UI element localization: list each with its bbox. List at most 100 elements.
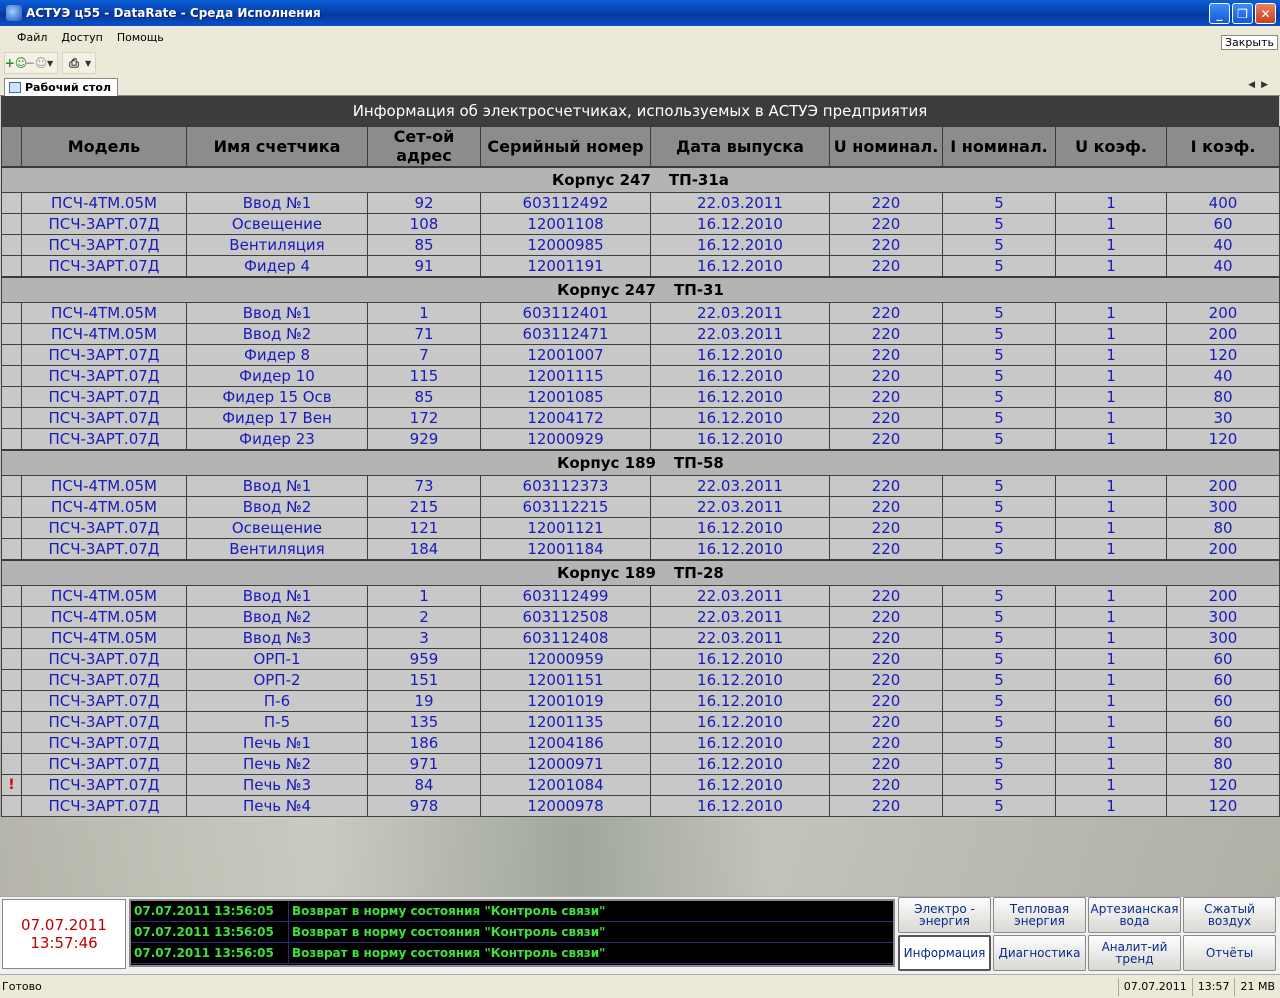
- table-row[interactable]: ПСЧ-3АРТ.07Д Фидер 4 91 12001191 16.12.2010 2…: [1, 255, 1280, 277]
- nav-button-teplo[interactable]: Тепловая энергия: [993, 897, 1086, 933]
- tab-scroll-arrows-icon[interactable]: ◀▶: [1248, 80, 1274, 90]
- nav-button-trend[interactable]: Аналит-ий тренд: [1088, 935, 1181, 971]
- table-row[interactable]: ! ПСЧ-3АРТ.07Д Печь №3 84 12001084 16.12.2010…: [1, 774, 1280, 796]
- table-row[interactable]: ПСЧ-4ТМ.05М Ввод №1 1 603112499 22.03.2011 22…: [1, 585, 1280, 607]
- group-header: Корпус 247 ТП-31: [1, 275, 1280, 303]
- login-user-icon[interactable]: +☺: [5, 54, 28, 72]
- row-alarm-marker: [1, 365, 22, 387]
- column-header[interactable]: Имя счетчика: [186, 126, 368, 167]
- table-cell: 12000929: [480, 428, 651, 450]
- nav-button-vozduh[interactable]: Сжатый воздух: [1183, 897, 1276, 933]
- table-cell: 12001191: [480, 255, 651, 277]
- group-row[interactable]: Корпус 247 ТП-31а: [1, 165, 1280, 193]
- table-cell: 220: [829, 585, 943, 607]
- table-row[interactable]: ПСЧ-3АРТ.07Д Вентиляция 85 12000985 16.12.20…: [1, 234, 1280, 256]
- nav-button-elektro[interactable]: Электро - энергия: [898, 897, 991, 933]
- table-cell: Вентиляция: [186, 538, 368, 560]
- chevron-down-icon[interactable]: ▼: [85, 59, 93, 68]
- table-row[interactable]: ПСЧ-3АРТ.07Д Фидер 15 Осв 85 12001085 16.12.…: [1, 386, 1280, 408]
- table-row[interactable]: ПСЧ-3АРТ.07Д ОРП-1 959 12000959 16.12.2010 22…: [1, 648, 1280, 670]
- table-cell: 22.03.2011: [650, 496, 830, 518]
- minimize-button[interactable]: _: [1209, 3, 1230, 24]
- table-row[interactable]: ПСЧ-3АРТ.07Д Освещение 108 12001108 16.12.20…: [1, 213, 1280, 235]
- table-cell: 80: [1166, 517, 1280, 539]
- table-row[interactable]: ПСЧ-3АРТ.07Д Печь №4 978 12000978 16.12.2010…: [1, 795, 1280, 817]
- event-log[interactable]: 07.07.2011 13:56:05 Возврат в норму состо…: [129, 899, 895, 967]
- workspace: Информация об электросчетчиках, использу…: [0, 96, 1280, 896]
- table-cell: 16.12.2010: [650, 255, 830, 277]
- window-title: АСТУЭ ц55 - DataRate - Среда Исполнения: [26, 6, 321, 20]
- menu-file[interactable]: Файл: [10, 31, 54, 44]
- column-header[interactable]: U номинал.: [829, 126, 943, 167]
- column-header[interactable]: Дата выпуска: [650, 126, 830, 167]
- table-row[interactable]: ПСЧ-4ТМ.05М Ввод №1 92 603112492 22.03.2011 2…: [1, 192, 1280, 214]
- column-header[interactable]: Модель: [21, 126, 187, 167]
- table-cell: 186: [367, 732, 481, 754]
- table-cell: Ввод №1: [186, 585, 368, 607]
- table-cell: 22.03.2011: [650, 606, 830, 628]
- table-cell: 16.12.2010: [650, 407, 830, 429]
- print-icon[interactable]: ⎙: [65, 54, 83, 72]
- table-cell: 215: [367, 496, 481, 518]
- table-cell: 12001151: [480, 669, 651, 691]
- title-bar[interactable]: АСТУЭ ц55 - DataRate - Среда Исполнения …: [0, 0, 1280, 26]
- table-cell: 220: [829, 711, 943, 733]
- event-row[interactable]: 07.07.2011 13:56:05 Возврат в норму состо…: [131, 901, 893, 922]
- group-row[interactable]: Корпус 189 ТП-58: [1, 448, 1280, 476]
- table-cell: 12001135: [480, 711, 651, 733]
- table-cell: 151: [367, 669, 481, 691]
- table-row[interactable]: ПСЧ-3АРТ.07Д Освещение 121 12001121 16.12.20…: [1, 517, 1280, 539]
- close-tab-button[interactable]: Закрыть: [1221, 35, 1278, 50]
- table-cell: 1: [1055, 386, 1167, 408]
- table-cell: 200: [1166, 538, 1280, 560]
- table-row[interactable]: ПСЧ-3АРТ.07Д П-6 19 12001019 16.12.2010 220 5 1…: [1, 690, 1280, 712]
- table-cell: 220: [829, 774, 943, 796]
- nav-button-reports[interactable]: Отчёты: [1183, 935, 1276, 971]
- column-header[interactable]: Сет-ой адрес: [367, 126, 481, 167]
- table-row[interactable]: ПСЧ-3АРТ.07Д Печь №2 971 12000971 16.12.2010…: [1, 753, 1280, 775]
- group-header: Корпус 189 ТП-28: [1, 558, 1280, 586]
- event-row[interactable]: 07.07.2011 13:56:05 Возврат в норму состо…: [131, 922, 893, 943]
- table-row[interactable]: ПСЧ-3АРТ.07Д Фидер 23 929 12000929 16.12.201…: [1, 428, 1280, 450]
- table-cell: 200: [1166, 475, 1280, 497]
- table-row[interactable]: ПСЧ-3АРТ.07Д Фидер 10 115 12001115 16.12.201…: [1, 365, 1280, 387]
- row-alarm-marker: [1, 690, 22, 712]
- group-row[interactable]: Корпус 247 ТП-31: [1, 275, 1280, 303]
- table-row[interactable]: ПСЧ-4ТМ.05М Ввод №2 71 603112471 22.03.2011 2…: [1, 323, 1280, 345]
- table-cell: 5: [942, 732, 1056, 754]
- table-cell: 5: [942, 774, 1056, 796]
- table-cell: 300: [1166, 606, 1280, 628]
- table-row[interactable]: ПСЧ-3АРТ.07Д Фидер 17 Вен 172 12004172 16.12…: [1, 407, 1280, 429]
- menu-access[interactable]: Доступ: [54, 31, 109, 44]
- close-window-button[interactable]: ✕: [1255, 3, 1276, 24]
- table-cell: Фидер 23: [186, 428, 368, 450]
- nav-button-diag[interactable]: Диагностика: [993, 935, 1086, 971]
- table-row[interactable]: ПСЧ-4ТМ.05М Ввод №3 3 603112408 22.03.2011 22…: [1, 627, 1280, 649]
- navigation-buttons: Электро - энергия Тепловая энергия Артезиа…: [898, 897, 1280, 971]
- column-header[interactable]: U коэф.: [1055, 126, 1167, 167]
- table-row[interactable]: ПСЧ-3АРТ.07Д ОРП-2 151 12001151 16.12.2010 22…: [1, 669, 1280, 691]
- nav-button-voda[interactable]: Артезианская вода: [1088, 897, 1181, 933]
- logout-user-icon[interactable]: −☺: [25, 54, 48, 72]
- tab-desktop[interactable]: Рабочий стол: [4, 78, 119, 96]
- maximize-button[interactable]: ❐: [1232, 3, 1253, 24]
- column-header[interactable]: I коэф.: [1166, 126, 1280, 167]
- table-row[interactable]: ПСЧ-3АРТ.07Д П-5 135 12001135 16.12.2010 220 5…: [1, 711, 1280, 733]
- nav-button-info[interactable]: Информация: [898, 935, 991, 971]
- chevron-down-icon[interactable]: ▼: [47, 59, 55, 68]
- column-header[interactable]: [1, 126, 22, 167]
- table-row[interactable]: ПСЧ-4ТМ.05М Ввод №1 73 603112373 22.03.2011 2…: [1, 475, 1280, 497]
- table-row[interactable]: ПСЧ-4ТМ.05М Ввод №2 215 603112215 22.03.2011…: [1, 496, 1280, 518]
- table-row[interactable]: ПСЧ-3АРТ.07Д Вентиляция 184 12001184 16.12.2…: [1, 538, 1280, 560]
- group-row[interactable]: Корпус 189 ТП-28: [1, 558, 1280, 586]
- background-photo: [0, 816, 1280, 896]
- table-row[interactable]: ПСЧ-3АРТ.07Д Печь №1 186 12004186 16.12.2010…: [1, 732, 1280, 754]
- table-cell: 1: [367, 302, 481, 324]
- table-row[interactable]: ПСЧ-4ТМ.05М Ввод №1 1 603112401 22.03.2011 22…: [1, 302, 1280, 324]
- event-row[interactable]: 07.07.2011 13:56:05 Возврат в норму состо…: [131, 943, 893, 964]
- table-row[interactable]: ПСЧ-3АРТ.07Д Фидер 8 7 12001007 16.12.2010 22…: [1, 344, 1280, 366]
- table-row[interactable]: ПСЧ-4ТМ.05М Ввод №2 2 603112508 22.03.2011 22…: [1, 606, 1280, 628]
- column-header[interactable]: I номинал.: [942, 126, 1056, 167]
- menu-help[interactable]: Помощь: [110, 31, 171, 44]
- column-header[interactable]: Серийный номер: [480, 126, 651, 167]
